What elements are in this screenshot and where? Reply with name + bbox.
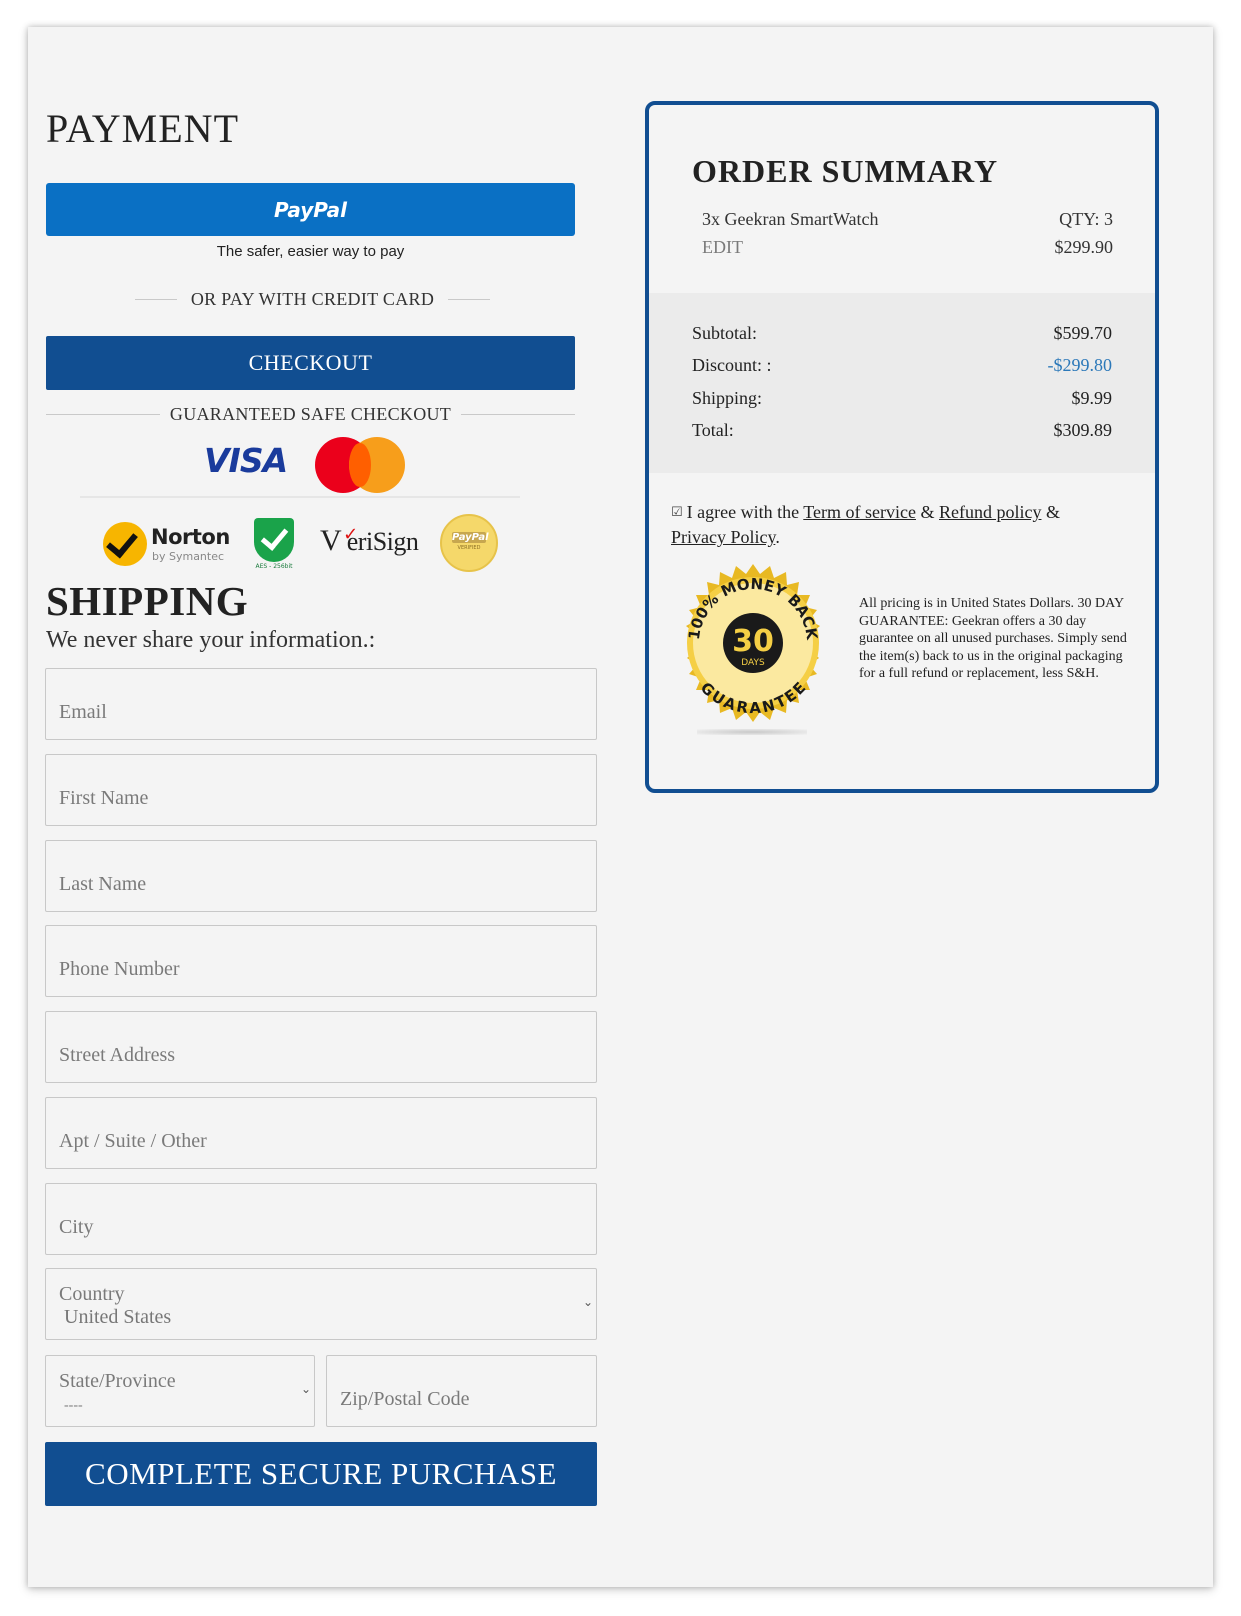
apt-suite-field[interactable] [45, 1097, 597, 1169]
period: . [775, 527, 780, 547]
country-select[interactable]: Country United States ⌄ [45, 1268, 597, 1340]
first-name-field[interactable] [45, 754, 597, 826]
shipping-subtitle: We never share your information.: [46, 627, 376, 653]
norton-check-icon [103, 522, 147, 566]
privacy-policy-link[interactable]: Privacy Policy [671, 527, 775, 547]
state-province-label: State/Province [59, 1370, 176, 1392]
norton-wordmark: Norton [151, 525, 230, 549]
shield-caption: AES - 256bit [255, 563, 293, 570]
money-back-guarantee-badge: 30 DAYS 100% MONEY BACK GUARANTEE [669, 559, 837, 735]
guaranteed-safe-checkout-text: GUARANTEED SAFE CHECKOUT [169, 404, 452, 424]
agree-prefix: I agree with the [686, 502, 800, 522]
order-summary-title: ORDER SUMMARY [692, 153, 999, 189]
divider-line [448, 299, 491, 300]
visa-logo: VISA [204, 441, 288, 480]
country-value: United States [64, 1306, 172, 1328]
agree-checkbox[interactable]: ☑ [671, 505, 683, 520]
paypal-button-label: PayPal [273, 197, 348, 222]
amp-1: & [920, 502, 935, 522]
chevron-down-icon: ⌄ [582, 1295, 593, 1309]
divider-line [461, 414, 576, 415]
last-name-field[interactable] [45, 840, 597, 912]
discount-label: Discount: : [692, 355, 772, 375]
shipping-title: SHIPPING [46, 578, 249, 624]
edit-item-link[interactable]: EDIT [702, 237, 743, 258]
subtotal-label: Subtotal: [692, 323, 758, 343]
total-row: Total: $309.89 [692, 420, 1112, 441]
norton-subtext: by Symantec [152, 550, 225, 563]
secure-shield-logo: AES - 256bit [254, 518, 294, 570]
shield-check-icon [254, 518, 294, 562]
checkout-button-label: CHECKOUT [248, 350, 373, 375]
shipping-cost-value: $9.99 [1071, 388, 1113, 408]
checkout-button[interactable]: CHECKOUT [46, 336, 575, 390]
discount-row: Discount: : -$299.80 [692, 355, 1112, 376]
zip-postal-code-field[interactable] [326, 1355, 597, 1427]
paypal-tagline: The safer, easier way to pay [216, 243, 405, 260]
guarantee-description: All pricing is in United States Dollars.… [859, 596, 1127, 681]
checkout-page: PAYMENT PayPal The safer, easier way to … [28, 27, 1213, 1587]
complete-purchase-label: COMPLETE SECURE PURCHASE [85, 1456, 557, 1491]
divider-line [134, 299, 177, 300]
chevron-down-icon: ⌄ [300, 1382, 311, 1396]
guaranteed-safe-checkout-divider: GUARANTEED SAFE CHECKOUT [46, 404, 576, 425]
shipping-cost-label: Shipping: [692, 388, 763, 408]
guarantee-seal-icon: 30 DAYS 100% MONEY BACK GUARANTEE [685, 564, 821, 722]
country-label: Country [59, 1283, 125, 1305]
paypal-button[interactable]: PayPal [46, 183, 575, 236]
badge-number: 30 [732, 624, 774, 659]
totals-section: Subtotal: $599.70 Discount: : -$299.80 S… [649, 293, 1155, 473]
mastercard-logo [315, 437, 405, 493]
divider-line [46, 414, 160, 415]
badge-days: DAYS [741, 658, 765, 668]
total-value: $309.89 [1053, 420, 1113, 440]
email-field[interactable] [45, 668, 597, 740]
paypal-seal-verified: VERIFIED [457, 545, 481, 551]
verisign-v: V [320, 524, 342, 557]
city-field[interactable] [45, 1183, 597, 1255]
agree-terms: ☑ I agree with the Term of service & Refu… [671, 501, 1111, 548]
verisign-logo: V ✓eriSign [320, 524, 419, 558]
item-name: 3x Geekran SmartWatch [702, 209, 879, 229]
or-credit-card-divider: OR PAY WITH CREDIT CARD [126, 289, 499, 310]
paypal-verified-seal: PayPal VERIFIED [440, 514, 498, 572]
item-quantity: QTY: 3 [1059, 209, 1113, 229]
verisign-check-icon: ✓ [343, 524, 358, 545]
complete-secure-purchase-button[interactable]: COMPLETE SECURE PURCHASE [45, 1442, 597, 1506]
amp-2: & [1045, 502, 1060, 522]
total-label: Total: [692, 420, 734, 440]
subtotal-value: $599.70 [1053, 323, 1113, 343]
subtotal-row: Subtotal: $599.70 [692, 323, 1112, 344]
or-credit-card-text: OR PAY WITH CREDIT CARD [190, 289, 435, 309]
badge-shadow [697, 729, 807, 735]
terms-of-service-link[interactable]: Term of service [803, 502, 916, 522]
state-province-select[interactable]: State/Province ---- ⌄ [45, 1355, 315, 1427]
street-address-field[interactable] [45, 1011, 597, 1083]
mastercard-overlap [349, 443, 371, 487]
state-province-value: ---- [64, 1398, 83, 1413]
norton-logo: Norton by Symantec [103, 522, 230, 572]
logos-divider [80, 496, 520, 498]
paypal-seal-label: PayPal [452, 532, 489, 543]
discount-value: -$299.80 [1047, 355, 1113, 375]
order-summary-panel: ORDER SUMMARY 3x Geekran SmartWatch QTY:… [645, 101, 1159, 793]
phone-number-field[interactable] [45, 925, 597, 997]
payment-title: PAYMENT [46, 106, 239, 151]
shipping-row: Shipping: $9.99 [692, 388, 1112, 409]
item-price: $299.90 [1054, 237, 1114, 257]
refund-policy-link[interactable]: Refund policy [939, 502, 1041, 522]
